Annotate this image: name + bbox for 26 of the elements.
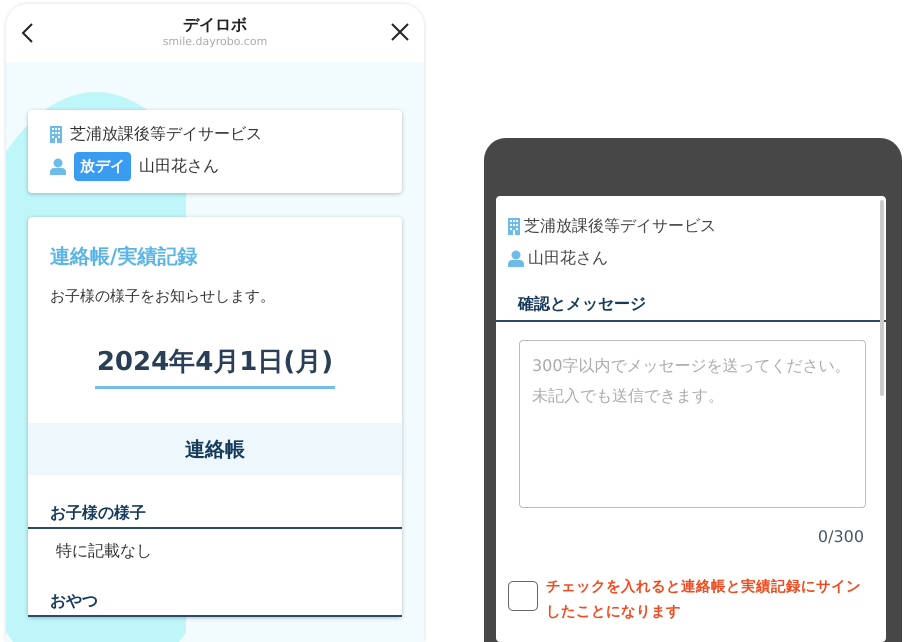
message-field[interactable]: 300字以内でメッセージを送ってください。未記入でも送信できます。: [519, 340, 866, 508]
character-counter: 0/300: [816, 526, 865, 548]
person-icon: [50, 158, 66, 175]
close-icon: [390, 22, 410, 42]
back-button[interactable]: [20, 22, 34, 44]
child-name: 山田花さん: [139, 155, 219, 178]
facility-name: 芝浦放課後等デイサービス: [524, 215, 716, 237]
back-icon: [20, 22, 34, 44]
close-button[interactable]: [390, 22, 410, 42]
record-title: 連絡帳/実績記録: [50, 242, 198, 270]
checkbox-label: チェックを入れると連絡帳と実績記録にサインしたことになります: [546, 577, 862, 622]
page-title: デイロボ: [183, 15, 247, 34]
field-label: おやつ: [28, 589, 402, 617]
child-name: 山田花さん: [528, 247, 608, 269]
service-tag: 放デイ: [74, 152, 131, 180]
field-value: 特に記載なし: [55, 540, 153, 562]
intro-text: お子様の様子をお知らせします。: [50, 286, 276, 306]
building-icon: [50, 126, 62, 142]
facility-name: 芝浦放課後等デイサービス: [70, 123, 262, 145]
record-date: 2024年4月1日(月): [94, 343, 336, 389]
building-icon: [508, 218, 520, 234]
section-title: 連絡帳: [28, 423, 402, 475]
field-label: お子様の様子: [28, 501, 402, 529]
person-icon: [508, 250, 524, 266]
sign-checkbox[interactable]: [508, 581, 538, 611]
page-url: smile.dayrobo.com: [162, 34, 268, 50]
